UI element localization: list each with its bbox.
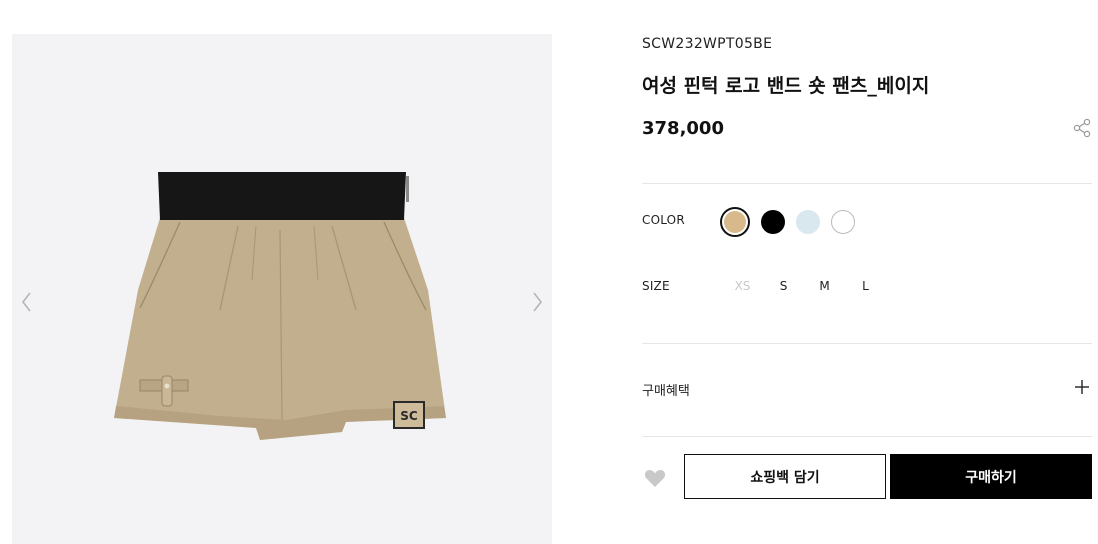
size-options: XS S M L — [722, 279, 886, 293]
gallery-next-arrow[interactable] — [526, 287, 548, 317]
divider — [642, 183, 1092, 184]
chevron-left-icon — [21, 292, 31, 312]
gallery-prev-arrow[interactable] — [16, 287, 38, 317]
product-image-gallery: SC — [12, 34, 552, 544]
color-swatches — [720, 207, 855, 237]
product-price: 378,000 — [642, 118, 724, 139]
product-sku: SCW232WPT05BE — [642, 36, 773, 52]
size-option-s[interactable]: S — [763, 279, 804, 293]
size-label: SIZE — [642, 279, 670, 293]
color-swatch-fill — [724, 211, 746, 233]
divider — [642, 343, 1092, 344]
divider — [642, 436, 1092, 437]
buy-now-button[interactable]: 구매하기 — [890, 454, 1092, 499]
heart-icon[interactable] — [644, 468, 666, 488]
share-icon[interactable] — [1072, 118, 1092, 138]
color-swatch-beige[interactable] — [720, 207, 750, 237]
color-swatch-white[interactable] — [831, 210, 855, 234]
chevron-right-icon — [533, 292, 543, 312]
add-to-bag-button[interactable]: 쇼핑백 담기 — [684, 454, 886, 499]
product-name: 여성 핀턱 로고 밴드 숏 팬츠_베이지 — [642, 75, 930, 97]
color-label: COLOR — [642, 213, 685, 227]
purchase-benefit-label[interactable]: 구매혜택 — [642, 380, 690, 399]
color-swatch-black[interactable] — [761, 210, 785, 234]
plus-icon[interactable] — [1074, 379, 1090, 395]
size-option-xs[interactable]: XS — [722, 279, 763, 293]
size-option-l[interactable]: L — [845, 279, 886, 293]
svg-text:SC: SC — [400, 409, 418, 423]
color-swatch-light-blue[interactable] — [796, 210, 820, 234]
size-option-m[interactable]: M — [804, 279, 845, 293]
product-info-panel: SCW232WPT05BE 여성 핀턱 로고 밴드 숏 팬츠_베이지 378,0… — [642, 0, 1092, 544]
product-image: SC — [114, 172, 446, 440]
